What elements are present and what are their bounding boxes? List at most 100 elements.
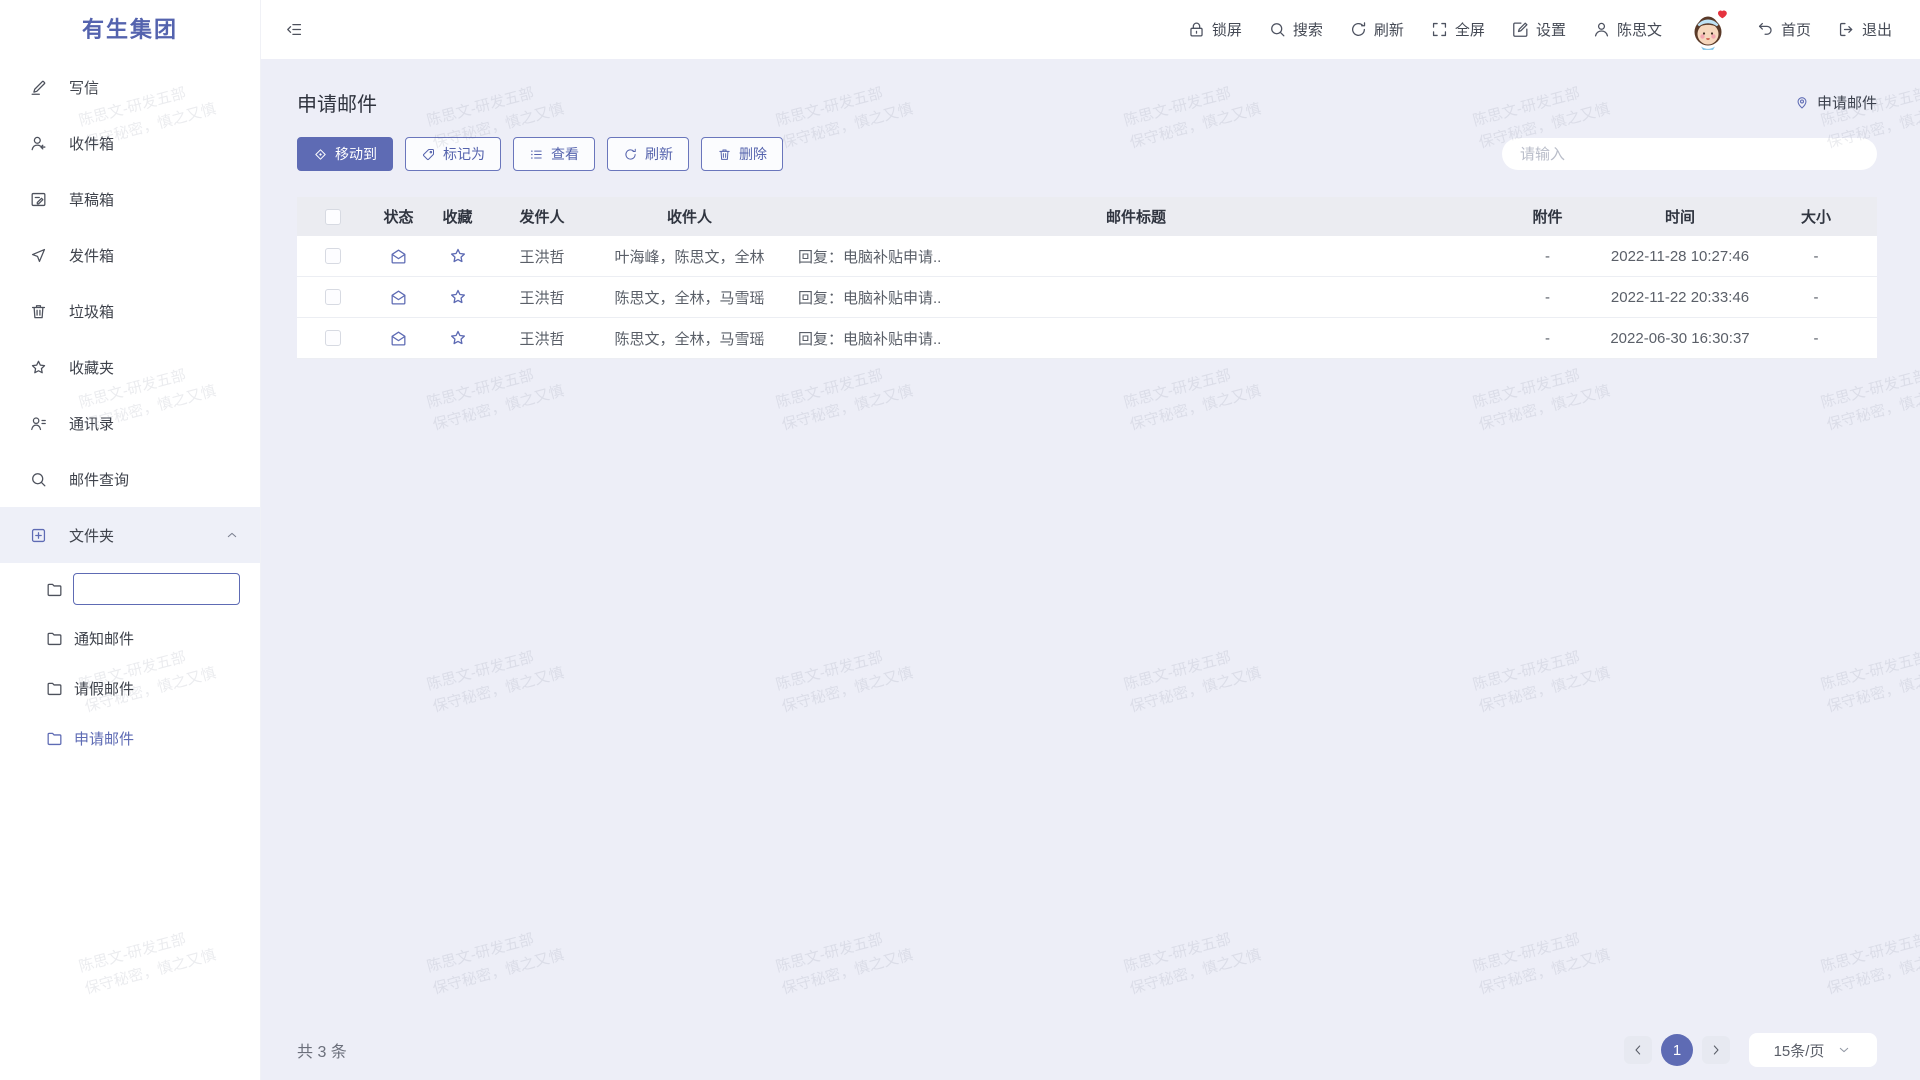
view-button[interactable]: 查看 [513,137,595,171]
folder-item-apply[interactable]: 申请邮件 [0,713,260,763]
mail-row[interactable]: 王洪哲叶海峰，陈思文，全林回复：电脑补贴申请..-2022-11-28 10:2… [297,236,1877,277]
row-checkbox[interactable] [325,289,341,305]
folder-item-notice[interactable]: 通知邮件 [0,613,260,663]
size-cell: - [1755,248,1877,265]
mark-as-label: 标记为 [443,144,485,164]
move-to-button[interactable]: 移动到 [297,137,393,171]
sidebar-item-inbox[interactable]: 收件箱 [0,115,260,171]
new-folder-input[interactable] [73,573,240,605]
folder-item-label: 请假邮件 [74,678,134,699]
header-time: 时间 [1605,206,1755,227]
tag-icon [421,147,436,162]
header-sender: 发件人 [487,206,597,227]
subject-cell[interactable]: 回复：电脑补贴申请.. [782,328,1490,349]
mail-row[interactable]: 王洪哲陈思文，全林，马雪瑶回复：电脑补贴申请..-2022-06-30 16:3… [297,318,1877,359]
page-size-value: 15条/页 [1774,1040,1825,1061]
favorite-star-icon[interactable] [448,287,468,307]
refresh-icon [623,147,638,162]
draft-icon [29,190,48,209]
folder-item-leave[interactable]: 请假邮件 [0,663,260,713]
attachment-cell: - [1490,248,1605,265]
sender-cell: 王洪哲 [487,246,597,267]
mail-table-body: 王洪哲叶海峰，陈思文，全林回复：电脑补贴申请..-2022-11-28 10:2… [297,236,1877,359]
pencil-icon [29,78,48,97]
logout-button[interactable]: 退出 [1837,19,1892,40]
sidebar-item-contacts[interactable]: 通讯录 [0,395,260,451]
sidebar-item-folders[interactable]: 文件夹 [0,507,260,563]
topbar: 锁屏 搜索 刷新 全屏 设置 陈思文 首页 退出 [261,0,1920,59]
settings-button[interactable]: 设置 [1511,19,1566,40]
collapse-menu-icon [285,20,304,39]
recipients-cell: 陈思文，全林，马雪瑶 [597,328,782,349]
mail-table: 状态 收藏 发件人 收件人 邮件标题 附件 时间 大小 王洪哲叶海峰，陈思文，全… [297,197,1877,359]
avatar[interactable] [1688,8,1730,52]
refresh-list-button[interactable]: 刷新 [607,137,689,171]
sidebar-item-label: 写信 [69,77,99,98]
page-title: 申请邮件 [297,88,377,117]
sidebar-item-mail-search[interactable]: 邮件查询 [0,451,260,507]
attachment-cell: - [1490,330,1605,347]
folder-icon [45,629,64,648]
lock-screen-button[interactable]: 锁屏 [1187,19,1242,40]
sidebar-item-label: 邮件查询 [69,469,129,490]
search-label: 搜索 [1293,19,1323,40]
search-button[interactable]: 搜索 [1268,19,1323,40]
sidebar-item-sent[interactable]: 发件箱 [0,227,260,283]
chevron-right-icon [1708,1042,1724,1058]
page-size-select[interactable]: 15条/页 [1749,1033,1877,1067]
folder-list: 通知邮件 请假邮件 申请邮件 [0,613,260,763]
home-button[interactable]: 首页 [1756,19,1811,40]
filter-input[interactable] [1502,138,1877,170]
favorite-star-icon[interactable] [448,328,468,348]
header-attachment: 附件 [1490,206,1605,227]
home-label: 首页 [1781,19,1811,40]
sidebar-item-favorites[interactable]: 收藏夹 [0,339,260,395]
toolbar: 移动到 标记为 查看 刷新 删除 [297,137,1877,171]
row-checkbox[interactable] [325,248,341,264]
sidebar-item-compose[interactable]: 写信 [0,59,260,115]
pagination: 1 15条/页 [1624,1033,1877,1067]
fullscreen-label: 全屏 [1455,19,1485,40]
sidebar-item-drafts[interactable]: 草稿箱 [0,171,260,227]
subject-cell[interactable]: 回复：电脑补贴申请.. [782,246,1490,267]
current-user[interactable]: 陈思文 [1592,19,1662,40]
sidebar-item-trash[interactable]: 垃圾箱 [0,283,260,339]
folder-icon [45,679,64,698]
select-all-checkbox[interactable] [325,209,341,225]
delete-label: 删除 [739,144,767,164]
folder-item-label: 通知邮件 [74,628,134,649]
user-icon [1592,20,1611,39]
prev-page-button[interactable] [1624,1036,1652,1064]
fullscreen-button[interactable]: 全屏 [1430,19,1485,40]
footer-bar: 共 3 条 1 15条/页 [297,1020,1877,1080]
sidebar-item-label: 发件箱 [69,245,114,266]
sender-cell: 王洪哲 [487,287,597,308]
sidebar-item-label: 垃圾箱 [69,301,114,322]
refresh-icon [1349,20,1368,39]
sidebar-collapse-button[interactable] [285,20,304,39]
location-pin-icon [1794,94,1810,110]
page-number[interactable]: 1 [1661,1034,1693,1066]
logout-icon [1837,20,1856,39]
mail-row[interactable]: 王洪哲陈思文，全林，马雪瑶回复：电脑补贴申请..-2022-11-22 20:3… [297,277,1877,318]
folder-icon [45,580,64,599]
row-checkbox[interactable] [325,330,341,346]
folder-icon [45,729,64,748]
mark-as-button[interactable]: 标记为 [405,137,501,171]
search-icon [29,470,48,489]
refresh-button[interactable]: 刷新 [1349,19,1404,40]
move-icon [313,147,328,162]
mail-app: 有生集团 写信 收件箱 草稿箱 发件箱 垃圾箱 收藏夹 通讯录 邮件查询 文件夹… [0,0,1920,1080]
sidebar-item-label: 收藏夹 [69,357,114,378]
size-cell: - [1755,289,1877,306]
lock-icon [1187,20,1206,39]
chevron-up-icon[interactable] [224,527,240,543]
next-page-button[interactable] [1702,1036,1730,1064]
subject-cell[interactable]: 回复：电脑补贴申请.. [782,287,1490,308]
delete-button[interactable]: 删除 [701,137,783,171]
mail-table-header: 状态 收藏 发件人 收件人 邮件标题 附件 时间 大小 [297,197,1877,236]
favorite-star-icon[interactable] [448,246,468,266]
settings-label: 设置 [1536,19,1566,40]
header-subject: 邮件标题 [782,206,1490,227]
edit-square-icon [1511,20,1530,39]
